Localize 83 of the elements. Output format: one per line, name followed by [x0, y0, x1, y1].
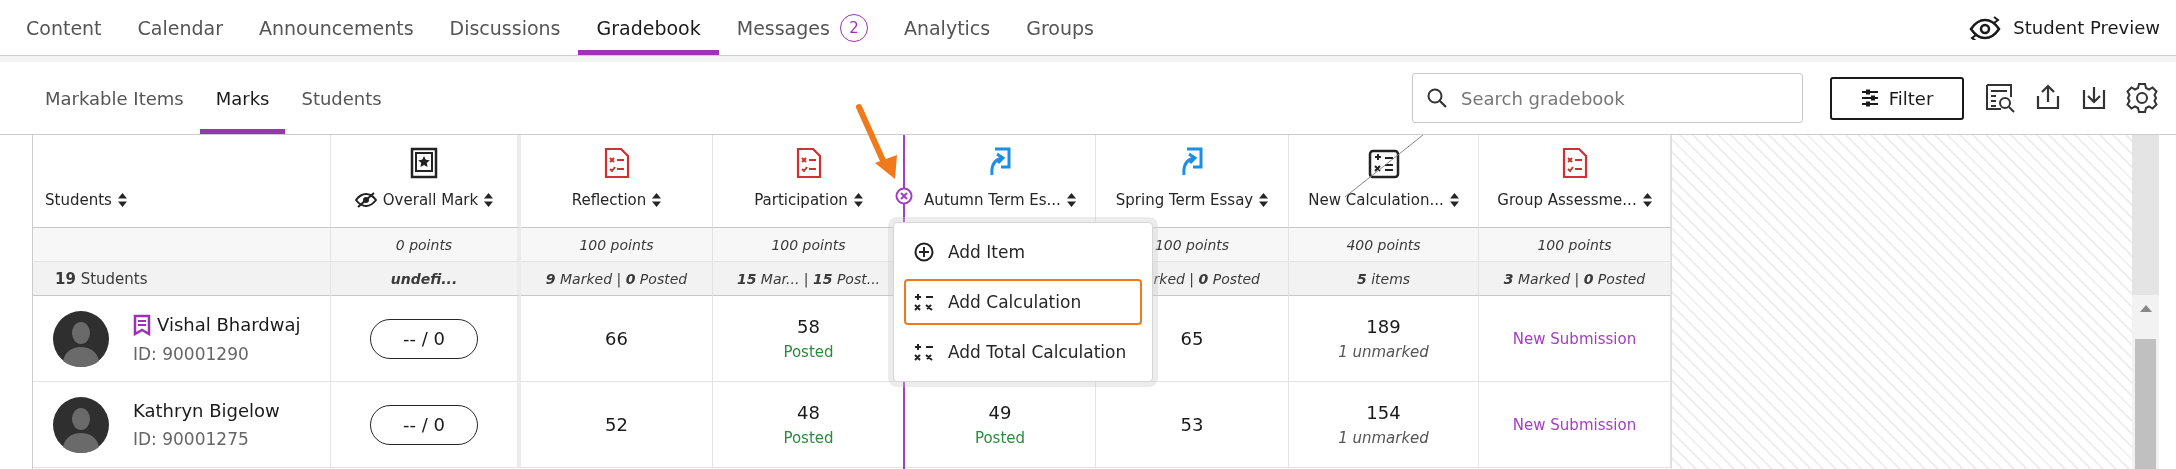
- menu-item[interactable]: Add Item: [904, 229, 1142, 275]
- nav-tab[interactable]: Announcements: [241, 0, 432, 55]
- column-title: Students: [45, 191, 112, 209]
- column-title: Reflection: [571, 191, 647, 209]
- close-circle-icon[interactable]: [895, 187, 913, 205]
- summary-text: undefi...: [390, 270, 458, 287]
- search-icon: [1427, 88, 1447, 108]
- test-document-icon: [795, 147, 822, 179]
- score-text[interactable]: 48: [797, 402, 820, 423]
- summary-text: 5 items: [1356, 270, 1411, 287]
- points-text: 100 points: [1537, 236, 1612, 253]
- submission-link[interactable]: New Submission: [1512, 329, 1637, 348]
- sliders-icon: [1860, 88, 1879, 108]
- summary-text: 9 Marked | 0 Posted: [545, 270, 688, 287]
- sort-icon[interactable]: [1066, 193, 1076, 207]
- nav-tab[interactable]: Calendar: [119, 0, 241, 55]
- summary-text: 15 Mar... | 15 Post...: [736, 270, 881, 287]
- sort-icon[interactable]: [652, 193, 662, 207]
- points-text: 100 points: [771, 236, 846, 253]
- filter-button[interactable]: Filter: [1830, 76, 1964, 120]
- settings-icon[interactable]: [2124, 80, 2160, 116]
- sort-icon[interactable]: [1259, 193, 1269, 207]
- status-text: Posted: [974, 429, 1026, 447]
- sort-icon[interactable]: [1449, 193, 1459, 207]
- score-text[interactable]: 52: [605, 414, 628, 435]
- student-name[interactable]: Vishal Bhardwaj: [157, 314, 301, 335]
- nav-tab[interactable]: Groups: [1008, 0, 1112, 55]
- avatar-icon: [53, 310, 109, 367]
- summary-text: 19 Students: [55, 269, 148, 288]
- certificate-icon: [410, 147, 438, 179]
- calculation-icon: [914, 343, 934, 361]
- add-icon: [914, 242, 934, 262]
- scrollbar-thumb[interactable]: [2135, 339, 2156, 469]
- status-text: 1 unmarked: [1338, 343, 1429, 361]
- submission-link[interactable]: New Submission: [1512, 415, 1637, 434]
- scroll-up-icon[interactable]: [2139, 305, 2152, 313]
- summary-text: rked | 0 Posted: [1153, 270, 1260, 287]
- sub-tab[interactable]: Markable Items: [29, 62, 200, 134]
- eye-icon: [1969, 15, 2002, 40]
- menu-item[interactable]: Add Total Calculation: [904, 329, 1142, 375]
- status-text: 1 unmarked: [1338, 429, 1429, 447]
- sort-icon[interactable]: [853, 193, 863, 207]
- search-field[interactable]: Search gradebook: [1412, 73, 1803, 123]
- points-text: 0 points: [395, 236, 453, 253]
- sort-icon[interactable]: [484, 193, 494, 207]
- status-text: Posted: [783, 429, 834, 447]
- sub-tab[interactable]: Students: [285, 62, 398, 134]
- score-text[interactable]: 66: [605, 328, 628, 349]
- test-document-icon: [1561, 147, 1588, 179]
- nav-tab[interactable]: Analytics: [885, 0, 1009, 55]
- column-title: Overall Mark: [382, 191, 479, 209]
- column-header[interactable]: Students: [45, 191, 127, 209]
- score-text[interactable]: 53: [1180, 414, 1204, 435]
- nav-tab[interactable]: Content: [8, 0, 120, 55]
- nav-tab[interactable]: Discussions: [431, 0, 579, 55]
- nav-tab[interactable]: Messages 2: [718, 0, 886, 55]
- score-text[interactable]: 65: [1180, 328, 1204, 349]
- student-id: ID: 90001275: [133, 429, 250, 449]
- summary-text: 3 Marked | 0 Posted: [1503, 270, 1646, 287]
- student-preview-link[interactable]: Student Preview: [1969, 0, 2160, 55]
- nav-tab[interactable]: Gradebook: [578, 0, 719, 55]
- menu-item[interactable]: Add Calculation: [904, 279, 1142, 325]
- student-name[interactable]: Kathryn Bigelow: [133, 400, 280, 421]
- score-text[interactable]: 189: [1366, 316, 1401, 337]
- score-text[interactable]: 58: [797, 316, 820, 337]
- overall-mark-button[interactable]: -- / 0: [370, 404, 478, 445]
- sort-icon[interactable]: [117, 193, 127, 207]
- column-header[interactable]: Overall Mark: [354, 191, 494, 209]
- points-text: 400 points: [1346, 236, 1421, 253]
- score-text[interactable]: 49: [988, 402, 1012, 423]
- calculator-document-icon: [1367, 149, 1400, 179]
- student-id: ID: 90001290: [133, 343, 250, 364]
- calculation-icon: [914, 293, 934, 311]
- avatar-icon: [53, 396, 109, 453]
- sub-tab[interactable]: Marks: [199, 62, 286, 134]
- points-text: 100 points: [1154, 236, 1230, 253]
- points-text: 100 points: [579, 236, 654, 253]
- test-document-icon: [603, 147, 630, 179]
- score-text[interactable]: 154: [1366, 402, 1401, 423]
- overall-mark-button[interactable]: -- / 0: [370, 318, 478, 359]
- column-header[interactable]: Reflection: [571, 191, 662, 209]
- status-text: Posted: [783, 343, 834, 361]
- sort-icon[interactable]: [1642, 193, 1652, 207]
